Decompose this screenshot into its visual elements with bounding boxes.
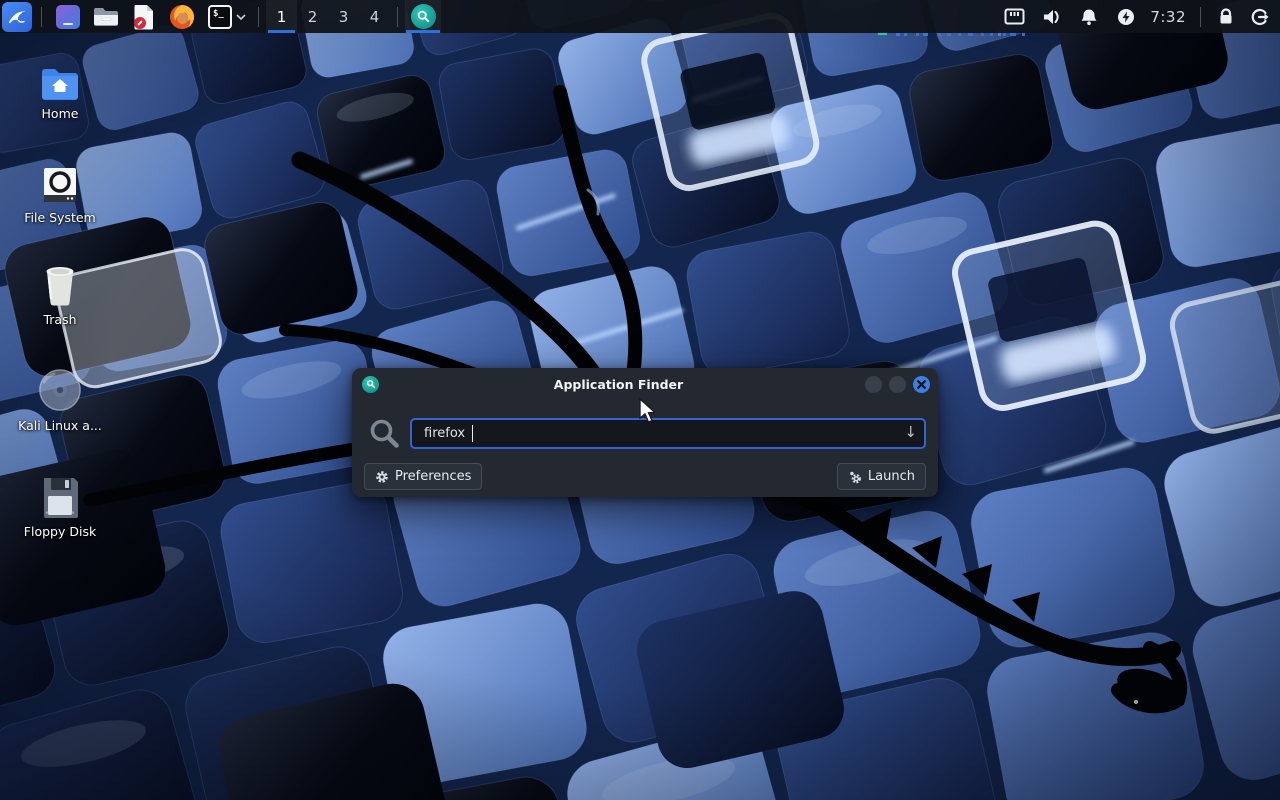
desktop-icon-floppy-disk[interactable]: Floppy Disk [12,474,108,539]
entry-dropdown-arrow-icon[interactable]: ↓ [904,423,917,441]
workspace-1[interactable]: 1 [266,0,297,33]
text-editor-icon [132,4,156,30]
close-icon [917,380,926,389]
terminal-icon: $_ [208,5,232,29]
applications-menu-button[interactable] [2,2,32,32]
application-finder-window-icon [362,376,379,393]
workspace-2-label: 2 [308,8,318,26]
desktop-icon-file-system[interactable]: File System [12,160,108,225]
kali-logo-icon [6,6,28,28]
launch-button[interactable]: Launch [837,463,926,490]
desktop-icon-kali-linux[interactable]: Kali Linux a... [12,368,108,433]
application-finder-taskbar-icon [411,4,436,29]
desktop-icon-home[interactable]: Home [12,56,108,121]
firefox-icon [169,4,195,30]
maximize-button[interactable] [889,376,906,393]
preferences-button-label: Preferences [395,469,471,484]
volume-tray-icon[interactable] [1033,0,1070,33]
cd-disc-icon [38,368,82,412]
desktop-icon-label: Floppy Disk [24,524,96,539]
power-manager-tray-icon[interactable] [1107,0,1144,33]
firefox-launcher[interactable] [168,3,196,31]
minimize-button[interactable] [865,376,882,393]
desktop-icon-label: Home [42,106,79,121]
mouse-cursor [638,398,660,424]
trash-icon [40,262,80,306]
desktop-root: $_ 1 2 3 4 [0,0,1280,800]
gear-icon [375,470,389,484]
workspace-4-label: 4 [370,8,380,26]
search-icon [368,417,400,449]
panel-clock[interactable]: 7:32 [1144,8,1192,26]
panel-separator [1200,7,1201,27]
launch-button-label: Launch [868,469,915,484]
notifications-bell-icon[interactable] [1070,0,1107,33]
close-button[interactable] [913,376,930,393]
text-editor-launcher[interactable] [130,3,158,31]
logout-icon[interactable] [1243,0,1277,33]
desktop-icon-label: Trash [43,312,76,327]
workspace-3-label: 3 [339,8,349,26]
desktop-icon-label: File System [24,210,96,225]
top-panel: $_ 1 2 3 4 [0,0,1280,33]
application-finder-window: Application Finder ↓ [352,368,938,497]
panel-separator [397,7,398,27]
panel-separator [41,7,42,27]
folder-icon [93,6,119,28]
workspace-4[interactable]: 4 [359,0,390,33]
workspace-2[interactable]: 2 [297,0,328,33]
titlebar[interactable]: Application Finder [352,368,938,400]
lock-screen-icon[interactable] [1209,0,1243,33]
preferences-button[interactable]: Preferences [364,463,482,490]
terminal-launcher[interactable]: $_ [206,3,234,31]
workspace-3[interactable]: 3 [328,0,359,33]
home-folder-icon [40,56,80,100]
desktop-icon [56,5,80,29]
search-input[interactable] [410,418,926,449]
launch-gears-icon [848,470,862,484]
text-caret [472,425,473,442]
window-title: Application Finder [379,377,858,392]
show-desktop-launcher[interactable] [54,3,82,31]
file-manager-launcher[interactable] [92,3,120,31]
floppy-disk-icon [40,474,80,518]
workspace-1-label: 1 [277,8,287,26]
terminal-dropdown-chevron-icon[interactable] [235,13,247,21]
taskbar-application-finder-button[interactable] [405,0,441,33]
panel-separator [258,7,259,27]
desktop-icon-label: Kali Linux a... [18,418,102,433]
network-tray-icon[interactable] [996,0,1033,33]
filesystem-drive-icon [41,160,79,204]
desktop-icon-trash[interactable]: Trash [12,262,108,327]
